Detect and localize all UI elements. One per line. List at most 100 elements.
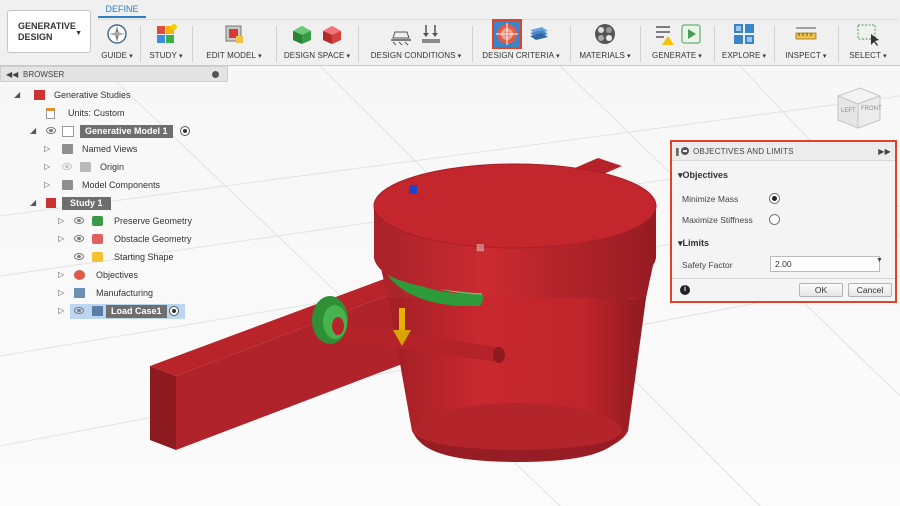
chevron-down-icon: ▼ — [75, 30, 82, 37]
tree-item-starting-shape[interactable]: Starting Shape — [0, 249, 228, 265]
folder-icon — [62, 144, 73, 154]
measure-icon — [795, 27, 817, 40]
study-materials-icon — [595, 24, 615, 44]
new-study-icon — [157, 24, 177, 43]
explore-icon — [734, 24, 754, 44]
viewcube-front-label[interactable]: FRONT — [861, 106, 882, 112]
design-criteria-group[interactable]: DESIGN CRITERIA — [476, 19, 566, 66]
ok-button[interactable]: OK — [799, 283, 843, 297]
pre-check-icon — [655, 26, 674, 45]
collapse-dialog-icon[interactable] — [681, 147, 689, 155]
inspect-label: INSPECT — [778, 51, 834, 60]
document-icon — [46, 108, 55, 119]
collapsed-triangle-icon[interactable]: ▷ — [58, 231, 64, 247]
generate-group[interactable]: GENERATE — [644, 20, 710, 66]
tree-item-label: Origin — [100, 162, 125, 172]
maximize-stiffness-radio[interactable] — [769, 214, 780, 225]
tree-item-label: Named Views — [82, 144, 138, 154]
visibility-eye-icon[interactable] — [74, 307, 84, 314]
browser-header[interactable]: ◀◀ BROWSER — [0, 66, 228, 82]
browser-menu-icon[interactable] — [212, 71, 219, 78]
manufacturing-icon — [74, 288, 85, 298]
tree-item-model-components[interactable]: ▷ Model Components — [0, 177, 228, 193]
tree-item-study[interactable]: ◢ Study 1 — [0, 195, 228, 211]
tree-item-origin[interactable]: ▷ Origin — [0, 159, 228, 175]
viewcube[interactable]: LEFT FRONT — [832, 82, 886, 132]
design-criteria-label: DESIGN CRITERIA — [476, 51, 566, 60]
svg-text:▩: ▩ — [476, 242, 485, 252]
tree-item-label: Objectives — [96, 270, 139, 280]
obstacle-geometry-icon — [92, 234, 103, 244]
collapsed-triangle-icon[interactable]: ▷ — [58, 267, 64, 283]
tree-item-objectives[interactable]: ▷ Objectives — [0, 267, 228, 283]
folder-icon — [80, 162, 91, 172]
tree-item-label: Generative Model 1 — [80, 125, 173, 138]
workspace-label: GENERATIVE DESIGN — [18, 21, 76, 42]
tree-item-generative-model[interactable]: ◢ Generative Model 1 — [0, 123, 228, 139]
visibility-eye-icon[interactable] — [74, 217, 84, 224]
materials-label: MATERIALS — [574, 51, 636, 60]
visibility-eye-icon[interactable] — [46, 127, 56, 134]
viewcube-left-label[interactable]: LEFT — [841, 108, 856, 114]
expanded-triangle-icon[interactable]: ◢ — [30, 123, 36, 139]
tree-item-units[interactable]: Units: Custom — [0, 105, 228, 121]
tree-item-generative-studies[interactable]: ◢ Generative Studies — [0, 87, 228, 103]
collapsed-triangle-icon[interactable]: ▷ — [58, 285, 64, 301]
tab-define[interactable]: DEFINE — [98, 0, 146, 18]
design-conditions-group[interactable]: DESIGN CONDITIONS — [364, 20, 468, 66]
cancel-button[interactable]: Cancel — [848, 283, 892, 297]
safety-factor-input[interactable]: 2.00 — [770, 256, 880, 272]
minimize-mass-label: Minimize Mass — [682, 194, 739, 204]
activate-radio-icon[interactable] — [169, 306, 179, 316]
chevron-down-icon[interactable]: ▼ — [876, 257, 883, 264]
select-group[interactable]: SELECT — [842, 20, 894, 66]
materials-group[interactable]: MATERIALS — [574, 20, 636, 66]
visibility-eye-icon[interactable] — [74, 253, 84, 260]
preserve-geometry-icon — [293, 26, 311, 44]
tree-item-label: Starting Shape — [114, 252, 174, 262]
structural-constraint-icon — [391, 31, 411, 46]
collapsed-triangle-icon[interactable]: ▷ — [58, 303, 64, 319]
objectives-section-header[interactable]: Objectives — [678, 170, 729, 181]
edit-model-group[interactable]: EDIT MODEL — [196, 20, 272, 66]
tree-item-load-case[interactable]: ▷ Load Case1 — [0, 303, 228, 319]
info-icon[interactable]: i — [680, 285, 690, 295]
starting-shape-icon — [92, 252, 103, 262]
tree-item-obstacle-geometry[interactable]: ▷ Obstacle Geometry — [0, 231, 228, 247]
visibility-eye-icon[interactable] — [74, 235, 84, 242]
expanded-triangle-icon[interactable]: ◢ — [14, 87, 20, 103]
dialog-title: OBJECTIVES AND LIMITS — [693, 147, 794, 156]
select-label: SELECT — [842, 51, 894, 60]
visibility-eye-icon[interactable] — [62, 163, 72, 170]
design-space-group[interactable]: DESIGN SPACE — [280, 20, 354, 66]
workspace-switcher[interactable]: GENERATIVE DESIGN ▼ — [7, 10, 91, 53]
collapsed-triangle-icon[interactable]: ▷ — [44, 159, 50, 175]
design-conditions-label: DESIGN CONDITIONS — [364, 51, 468, 60]
browser-title: BROWSER — [23, 70, 65, 79]
limits-section-header[interactable]: Limits — [678, 238, 710, 249]
activate-radio-icon[interactable] — [180, 126, 190, 136]
tree-item-label: Units: Custom — [68, 108, 125, 118]
objectives-button[interactable] — [492, 19, 522, 49]
expanded-triangle-icon[interactable]: ◢ — [30, 195, 36, 211]
inspect-group[interactable]: INSPECT — [778, 20, 834, 66]
minimize-mass-radio[interactable] — [769, 193, 780, 204]
safety-factor-label: Safety Factor — [682, 260, 733, 270]
collapsed-triangle-icon[interactable]: ▷ — [58, 213, 64, 229]
tree-item-preserve-geometry[interactable]: ▷ Preserve Geometry — [0, 213, 228, 229]
tree-item-named-views[interactable]: ▷ Named Views — [0, 141, 228, 157]
tree-item-manufacturing[interactable]: ▷ Manufacturing — [0, 285, 228, 301]
dialog-title-bar[interactable]: ❚ OBJECTIVES AND LIMITS ▶▶ — [672, 142, 895, 161]
expand-dialog-icon[interactable]: ▶▶ — [878, 142, 891, 161]
study-group[interactable]: STUDY — [144, 20, 188, 66]
guide-group[interactable]: GUIDE — [98, 20, 136, 66]
explore-group[interactable]: EXPLORE — [718, 20, 770, 66]
tree-item-label: Load Case1 — [106, 305, 167, 318]
select-window-icon — [857, 24, 879, 46]
collapsed-triangle-icon[interactable]: ▷ — [44, 141, 50, 157]
tree-item-label: Model Components — [82, 180, 161, 190]
drag-handle-icon[interactable]: ❚ — [674, 142, 681, 161]
edit-model-icon — [225, 25, 243, 43]
collapsed-triangle-icon[interactable]: ▷ — [44, 177, 50, 193]
folder-icon — [62, 180, 73, 190]
